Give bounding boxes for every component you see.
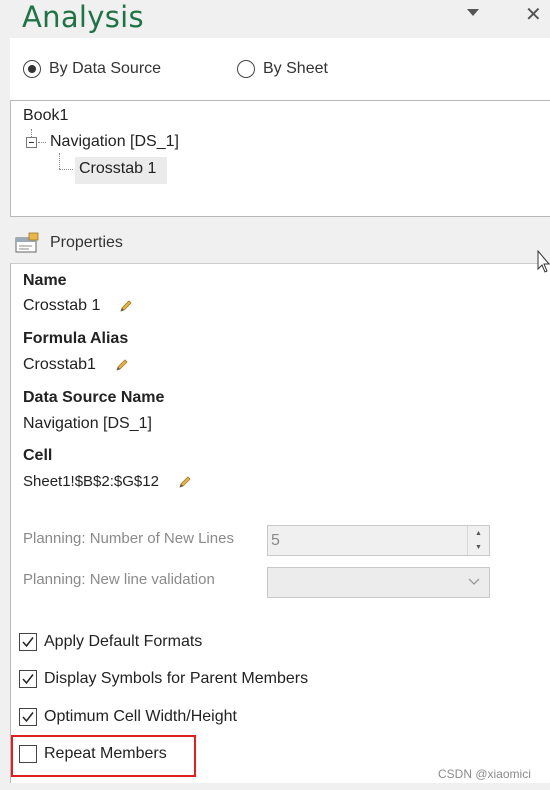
checkbox-display-parent-symbols-label: Display Symbols for Parent Members [44,670,309,687]
properties-label: Properties [50,234,123,251]
tree-node-navigation[interactable]: Navigation [DS_1] [50,133,179,151]
checkbox-apply-default-formats[interactable]: Apply Default Formats [19,633,202,651]
tree-collapse-icon[interactable] [26,137,37,148]
tree-connector [59,153,60,169]
stepper-down-icon[interactable]: ▼ [468,540,489,554]
checkbox-display-parent-symbols[interactable]: Display Symbols for Parent Members [19,670,324,688]
radio-by-data-source[interactable]: By Data Source [23,60,161,78]
planning-validation-label: Planning: New line validation [23,571,215,588]
checkbox-apply-default-formats-label: Apply Default Formats [44,633,203,650]
radio-by-sheet[interactable]: By Sheet [237,60,328,78]
view-mode-panel: By Data Source By Sheet [10,38,550,100]
checkmark-icon [22,637,34,648]
pane-title-bar: Analysis ✕ [0,0,550,38]
prop-datasource-value: Navigation [DS_1] [23,415,152,432]
checkbox-optimum-cell-width[interactable]: Optimum Cell Width/Height [19,708,237,726]
radio-by-sheet-label: By Sheet [263,60,328,77]
watermark: CSDN @xiaomici [438,767,531,781]
checkbox-apply-default-formats-box[interactable] [19,633,37,651]
planning-validation-select[interactable] [267,567,490,598]
prop-cell-text: Sheet1!$B$2:$G$12 [23,473,159,490]
checkmark-icon [22,712,34,723]
prop-cell-title: Cell [23,447,53,464]
pane-title: Analysis [22,0,144,34]
edit-name-pencil-icon[interactable] [118,298,134,314]
properties-header: Properties [14,232,123,254]
prop-alias-text: Crosstab1 [23,356,96,373]
checkmark-icon [22,674,34,685]
tree-connector [59,169,73,170]
prop-name-title: Name [23,272,67,289]
stepper-buttons: ▲ ▼ [467,526,489,555]
component-tree: Book1 Navigation [DS_1] Crosstab 1 [10,100,550,217]
stepper-up-icon[interactable]: ▲ [468,526,489,540]
tree-node-crosstab[interactable]: Crosstab 1 [79,160,156,178]
prop-datasource-title: Data Source Name [23,389,165,406]
properties-icon [15,232,39,253]
mouse-cursor-icon [537,250,550,273]
radio-by-data-source-label: By Data Source [49,60,162,77]
pane-options-icon[interactable] [464,6,482,18]
checkbox-optimum-cell-width-box[interactable] [19,708,37,726]
planning-new-lines-value: 5 [271,532,280,549]
edit-alias-pencil-icon[interactable] [114,357,130,373]
planning-new-lines-stepper[interactable]: 5 ▲ ▼ [267,525,490,556]
radio-by-sheet-circle[interactable] [237,60,255,78]
prop-name-value: Crosstab 1 [23,297,134,315]
tree-connector [38,142,46,143]
planning-new-lines-label: Planning: Number of New Lines [23,530,234,547]
tree-connector [31,129,32,137]
checkbox-display-parent-symbols-box[interactable] [19,670,37,688]
radio-by-data-source-circle[interactable] [23,60,41,78]
tree-node-book1[interactable]: Book1 [23,107,68,125]
prop-alias-value: Crosstab1 [23,356,130,374]
chevron-down-icon [468,578,480,585]
prop-name-text: Crosstab 1 [23,297,101,314]
properties-panel: Name Crosstab 1 Formula Alias Crosstab1 … [10,263,550,783]
prop-cell-value: Sheet1!$B$2:$G$12 [23,473,193,490]
checkbox-optimum-cell-width-label: Optimum Cell Width/Height [44,708,237,725]
repeat-members-highlight-box [11,735,196,777]
close-icon[interactable]: ✕ [525,2,542,26]
prop-alias-title: Formula Alias [23,330,129,347]
edit-cell-pencil-icon[interactable] [177,474,193,490]
